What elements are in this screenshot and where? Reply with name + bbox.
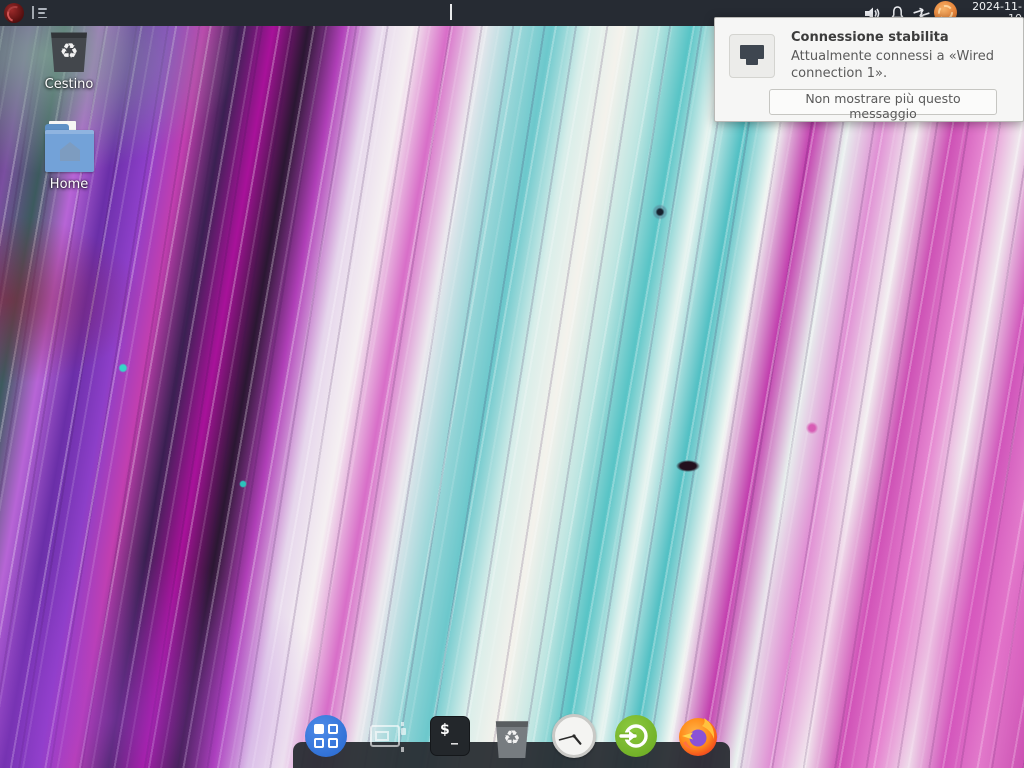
- text-caret: [450, 4, 452, 20]
- firefox-icon: [676, 714, 720, 758]
- recycle-glyph: ♻: [503, 727, 520, 749]
- menu-lines-icon[interactable]: [38, 8, 47, 18]
- terminal-icon: $ _: [430, 716, 470, 756]
- trash-icon: ♻: [49, 29, 89, 72]
- desktop-screen: 2024-11-10 16:43 ♻ Cestino Home Connessi…: [0, 0, 1024, 768]
- panel-separator: [32, 6, 34, 19]
- desktop-icon-label: Home: [30, 177, 108, 192]
- dock-clock[interactable]: [552, 714, 596, 758]
- desktop-icon-home[interactable]: Home: [30, 120, 108, 192]
- dock-trash[interactable]: ♻: [490, 714, 534, 758]
- workspaces-icon: [370, 722, 406, 752]
- folder-body: [45, 130, 94, 172]
- house-glyph: [60, 142, 80, 161]
- distro-logo-icon[interactable]: [4, 3, 24, 23]
- clock-hands: [552, 714, 596, 758]
- notification-popup: Connessione stabilita Attualmente connes…: [714, 17, 1024, 122]
- dock-firefox[interactable]: [676, 714, 720, 758]
- terminal-cursor-glyph: _: [451, 729, 458, 745]
- wired-network-icon: [729, 34, 775, 78]
- notification-body: Attualmente connessi a «Wired connection…: [791, 48, 996, 82]
- dock-terminal[interactable]: $ _: [428, 714, 472, 758]
- desktop-icon-label: Cestino: [30, 77, 108, 92]
- home-folder-icon: [30, 120, 108, 172]
- dock-logout[interactable]: [614, 714, 658, 758]
- dock-app-launcher[interactable]: [304, 714, 348, 758]
- trash-icon: ♻: [494, 718, 530, 758]
- logout-glyph: [615, 715, 657, 757]
- app-grid-icon: [305, 715, 347, 757]
- dock-workspaces[interactable]: [366, 714, 410, 758]
- notification-dismiss-button[interactable]: Non mostrare più questo messaggio: [769, 89, 997, 115]
- desktop-icon-trash[interactable]: ♻ Cestino: [30, 29, 108, 92]
- recycle-glyph: ♻: [60, 39, 79, 63]
- terminal-dollar-glyph: $: [440, 722, 450, 738]
- notification-title: Connessione stabilita: [791, 30, 949, 45]
